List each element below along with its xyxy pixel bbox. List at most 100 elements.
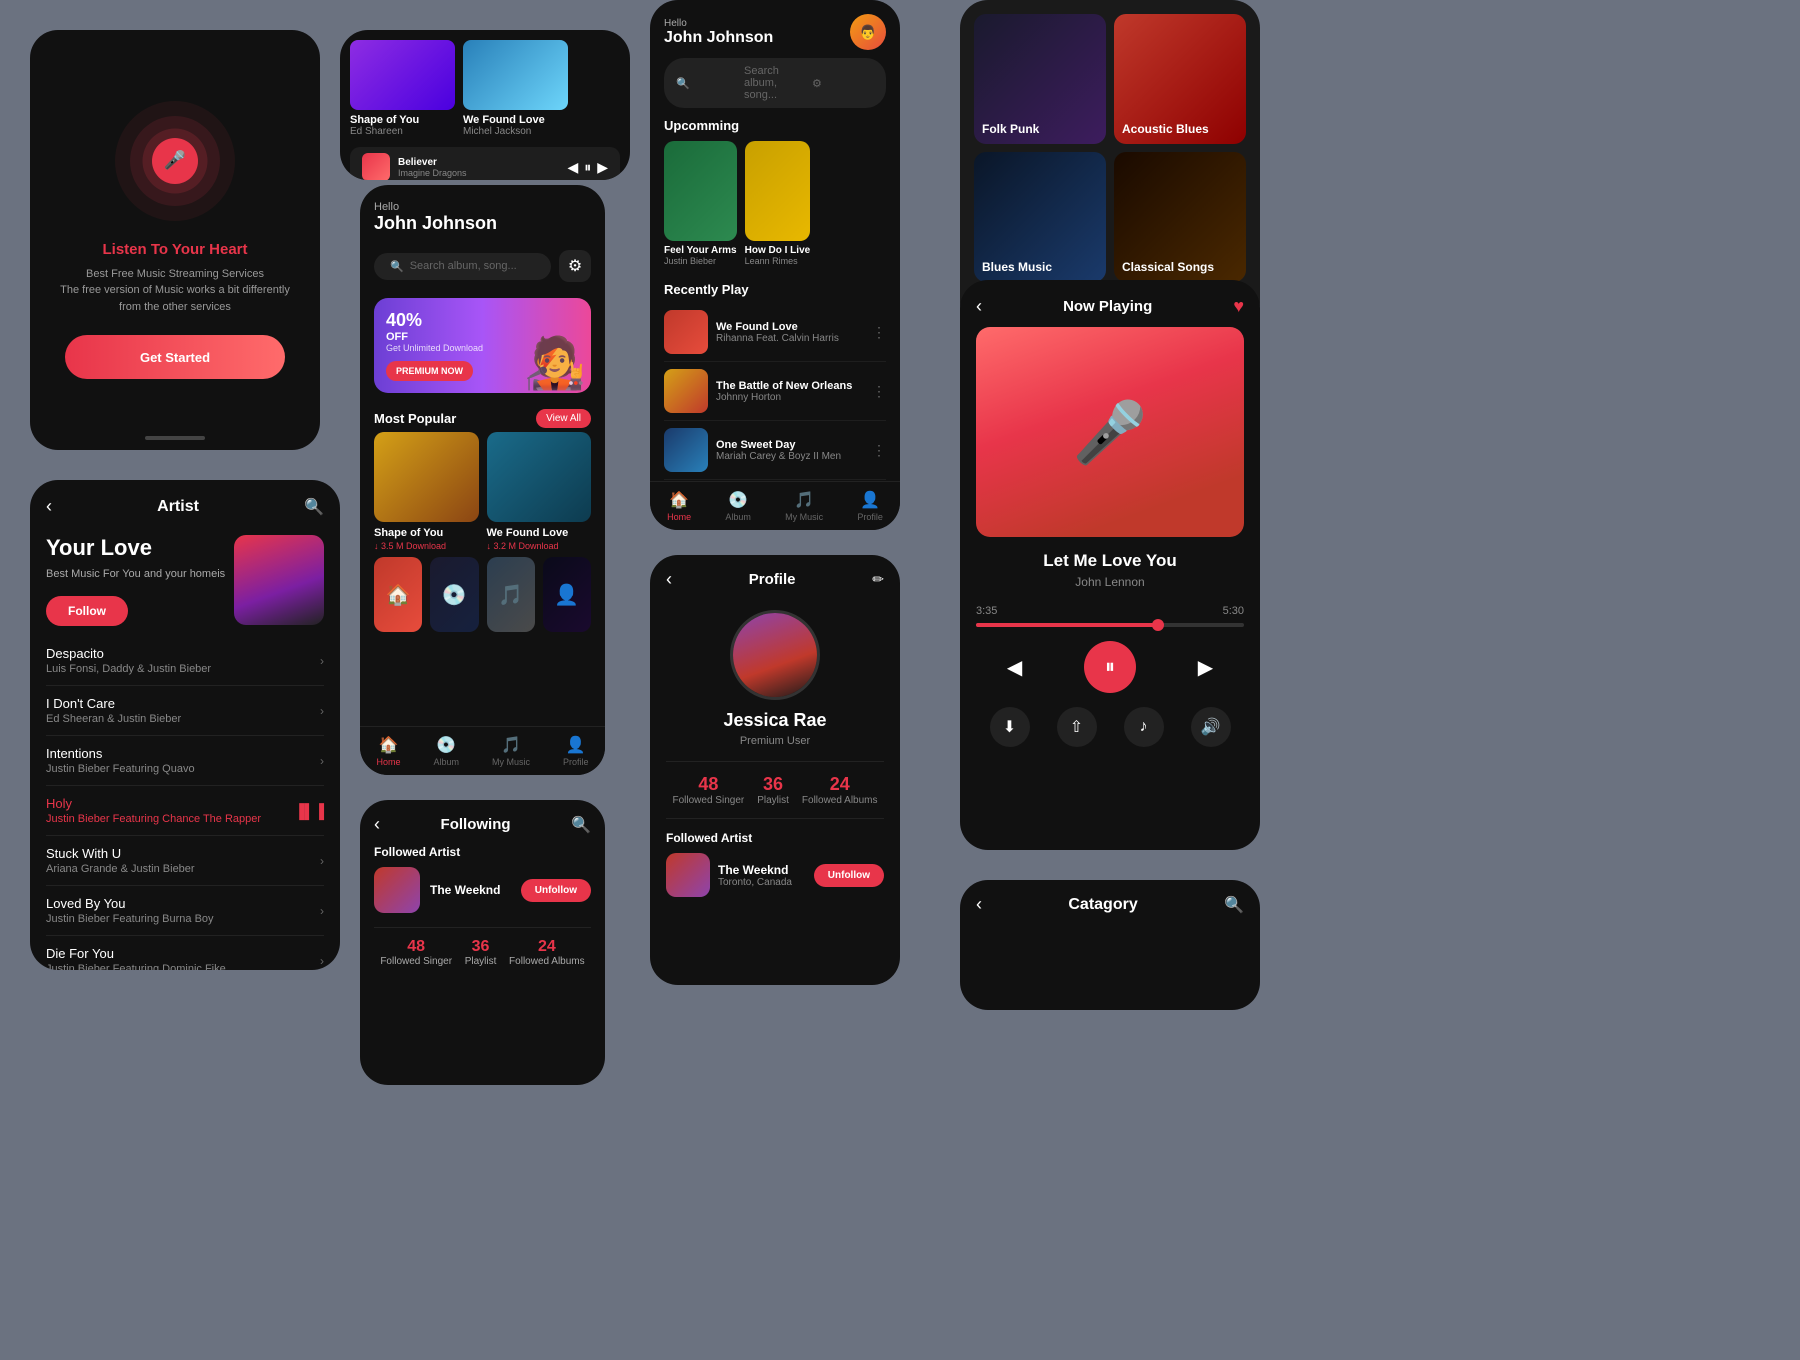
view-all-button[interactable]: View All [536, 409, 591, 428]
progress-track[interactable] [976, 623, 1244, 627]
profile-name: Jessica Rae [650, 710, 900, 731]
song-item[interactable]: Stuck With U Ariana Grande & Justin Bieb… [46, 836, 324, 886]
profile-playlist-label: Playlist [757, 795, 789, 806]
upcoming-card-1[interactable]: Feel Your Arms Justin Bieber [664, 141, 737, 266]
more-options-button-2[interactable]: ⋮ [872, 383, 886, 400]
song-item-info: Loved By You Justin Bieber Featuring Bur… [46, 896, 320, 925]
followed-artists-section: Followed Artist The Weeknd Unfollow 48 F… [360, 845, 605, 967]
category-label-1: Folk Punk [982, 122, 1039, 136]
pause-button[interactable]: ⏸ [584, 159, 591, 176]
profile-followed-section: Followed Artist The Weeknd Toronto, Cana… [650, 819, 900, 897]
nav-my-music[interactable]: 🎵 My Music [492, 735, 530, 767]
search-button[interactable]: 🔍 [1224, 895, 1244, 915]
song-item-playing[interactable]: Holy Justin Bieber Featuring Chance The … [46, 786, 324, 836]
now-playing-header: ‹ Now Playing ♥ [960, 280, 1260, 327]
recent-info-2: The Battle of New Orleans Johnny Horton [716, 380, 864, 403]
next-button[interactable]: ▶ [1198, 655, 1213, 680]
music-button[interactable]: ♪ [1124, 707, 1164, 747]
artist-card: ‹ Artist 🔍 Your Love Best Music For You … [30, 480, 340, 970]
song-item[interactable]: Intentions Justin Bieber Featuring Quavo… [46, 736, 324, 786]
mini-song-title-2: We Found Love [463, 114, 568, 126]
back-button[interactable]: ‹ [976, 296, 982, 317]
pause-play-button[interactable]: ⏸ [1084, 641, 1136, 693]
back-button[interactable]: ‹ [666, 569, 672, 590]
category-acoustic-blues[interactable]: Acoustic Blues [1114, 14, 1246, 144]
share-button[interactable]: ⇧ [1057, 707, 1097, 747]
recent-item-2[interactable]: The Battle of New Orleans Johnny Horton … [664, 362, 886, 421]
nav-my-music-label: My Music [785, 512, 823, 522]
search-bar[interactable]: 🔍 Search album, song... [374, 253, 551, 280]
nav-home[interactable]: 🏠 Home [376, 735, 400, 767]
pf-unfollow-button[interactable]: Unfollow [814, 864, 884, 887]
back-button[interactable]: ‹ [976, 894, 982, 915]
recent-item-3[interactable]: One Sweet Day Mariah Carey & Boyz II Men… [664, 421, 886, 480]
prev-button[interactable]: ◀ [567, 159, 578, 176]
pf-location: Toronto, Canada [718, 877, 806, 888]
pf-avatar [666, 853, 710, 897]
category-classical-songs[interactable]: Classical Songs [1114, 152, 1246, 282]
nav-my-music[interactable]: 🎵 My Music [785, 490, 823, 522]
filter-button[interactable]: ⚙ [559, 250, 591, 282]
song-item[interactable]: Loved By You Justin Bieber Featuring Bur… [46, 886, 324, 936]
more-options-button-3[interactable]: ⋮ [872, 442, 886, 459]
progress-times: 3:35 5:30 [976, 605, 1244, 617]
popular-thumb-2 [487, 432, 592, 522]
profile-avatar-inner [733, 613, 817, 697]
recent-item-1[interactable]: We Found Love Rihanna Feat. Calvin Harri… [664, 303, 886, 362]
chevron-right-icon: › [320, 704, 324, 718]
search-button[interactable]: 🔍 [571, 815, 591, 835]
now-playing-title: Now Playing [1063, 298, 1152, 315]
song-item[interactable]: Despacito Luis Fonsi, Daddy & Justin Bie… [46, 636, 324, 686]
download-button[interactable]: ⬇ [990, 707, 1030, 747]
home-search-row: 🔍 Search album, song... ⚙ [360, 242, 605, 290]
back-button[interactable]: ‹ [46, 496, 52, 517]
nav-album[interactable]: 💿 Album [725, 490, 751, 522]
promo-grid-item-2[interactable]: 💿 [430, 557, 478, 632]
back-button[interactable]: ‹ [374, 814, 380, 835]
promo-grid-item-3[interactable]: 🎵 [487, 557, 535, 632]
edit-button[interactable]: ✏ [872, 571, 884, 588]
nav-profile[interactable]: 👤 Profile [857, 490, 883, 522]
search-button[interactable]: 🔍 [304, 497, 324, 517]
category-folk-punk[interactable]: Folk Punk [974, 14, 1106, 144]
search-card: Hello John Johnson 👨 🔍 Search album, son… [650, 0, 900, 530]
search-bar-full[interactable]: 🔍 Search album, song... ⚙ [664, 58, 886, 108]
follow-button[interactable]: Follow [46, 596, 128, 626]
search-header: Hello John Johnson 👨 [650, 0, 900, 58]
more-options-button-1[interactable]: ⋮ [872, 324, 886, 341]
volume-button[interactable]: 🔊 [1191, 707, 1231, 747]
promo-description: Get Unlimited Download [386, 343, 483, 353]
nav-profile[interactable]: 👤 Profile [563, 735, 589, 767]
song-item[interactable]: I Don't Care Ed Sheeran & Justin Bieber … [46, 686, 324, 736]
following-card: ‹ Following 🔍 Followed Artist The Weeknd… [360, 800, 605, 1085]
previous-button[interactable]: ◀ [1007, 655, 1022, 680]
profile-followed-label: Followed Singer [673, 795, 745, 806]
popular-item-2[interactable]: We Found Love ↓ 3.2 M Download [487, 432, 592, 551]
popular-title: Most Popular [374, 411, 456, 426]
profile-stat-playlist: 36 Playlist [757, 774, 789, 806]
upcoming-card-2[interactable]: How Do I Live Leann Rimes [745, 141, 811, 266]
next-button[interactable]: ▶ [597, 159, 608, 176]
heart-icon[interactable]: ♥ [1233, 296, 1244, 317]
song-item[interactable]: Die For You Justin Bieber Featuring Domi… [46, 936, 324, 970]
upcoming-info-2: How Do I Live Leann Rimes [745, 245, 811, 266]
nav-home[interactable]: 🏠 Home [667, 490, 691, 522]
upcoming-cards: Feel Your Arms Justin Bieber How Do I Li… [664, 141, 886, 266]
premium-now-button[interactable]: PREMIUM NOW [386, 361, 473, 381]
song-item-info: Despacito Luis Fonsi, Daddy & Justin Bie… [46, 646, 320, 675]
profile-followed-count: 48 [673, 774, 745, 795]
popular-song-title-2: We Found Love [487, 527, 592, 539]
unfollow-button[interactable]: Unfollow [521, 879, 591, 902]
category-blues-music[interactable]: Blues Music [974, 152, 1106, 282]
mic-button[interactable]: 🎤 [152, 138, 198, 184]
promo-grid-item-1[interactable]: 🏠 [374, 557, 422, 632]
get-started-button[interactable]: Get Started [65, 335, 285, 379]
song-title-playing: Holy [46, 796, 294, 811]
promo-grid-item-4[interactable]: 👤 [543, 557, 591, 632]
nav-my-music-label: My Music [492, 757, 530, 767]
popular-item-1[interactable]: Shape of You ↓ 3.5 M Download [374, 432, 479, 551]
recent-thumb-3 [664, 428, 708, 472]
nav-album[interactable]: 💿 Album [433, 735, 459, 767]
song-item-info: Stuck With U Ariana Grande & Justin Bieb… [46, 846, 320, 875]
now-playing-song-title: Let Me Love You [960, 551, 1260, 571]
